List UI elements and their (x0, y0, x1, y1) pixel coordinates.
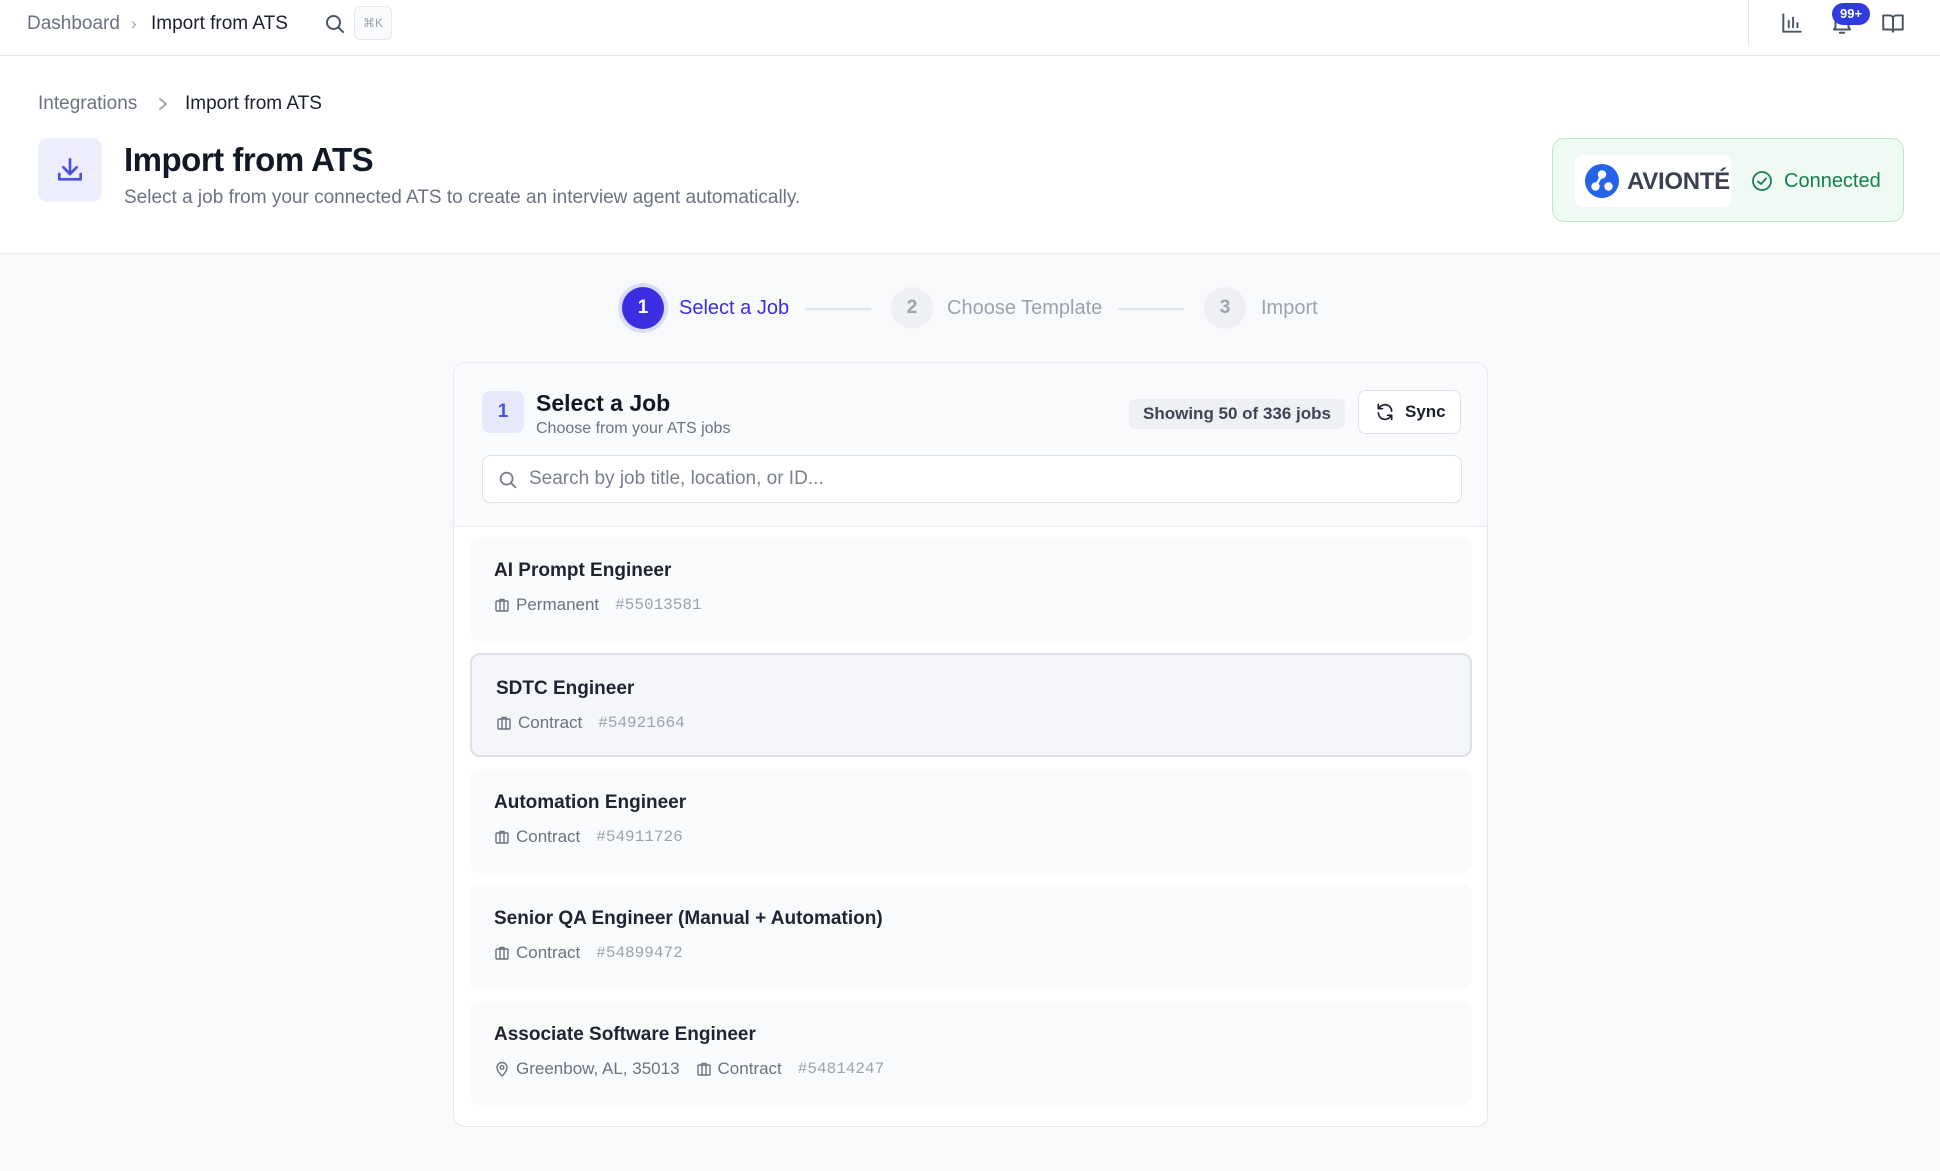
job-list-item[interactable]: SDTC Engineer Contract #54921664 (470, 653, 1472, 757)
job-type: Contract (494, 943, 580, 963)
import-icon-container (38, 138, 102, 202)
breadcrumb-current: Import from ATS (185, 93, 322, 114)
briefcase-icon (696, 1062, 711, 1076)
job-search-input[interactable] (529, 456, 1449, 502)
breadcrumb-separator: › (131, 14, 137, 33)
job-list-item[interactable]: AI Prompt Engineer Permanent #55013581 (470, 537, 1472, 641)
job-type-text: Permanent (516, 595, 600, 614)
job-selection-card: 1 Select a Job Choose from your ATS jobs… (453, 362, 1488, 1127)
sync-button-label: Sync (1405, 402, 1446, 421)
briefcase-icon (495, 946, 509, 960)
page-subtitle: Select a job from your connected ATS to … (124, 187, 801, 208)
step-2-label[interactable]: Choose Template (947, 296, 1102, 320)
job-list-item[interactable]: Associate Software Engineer Greenbow, AL,… (470, 1001, 1472, 1105)
notification-count-badge: 99+ (1832, 3, 1871, 25)
card-header: 1 Select a Job Choose from your ATS jobs… (454, 363, 1487, 527)
job-title: Automation Engineer (494, 792, 687, 813)
job-id: #54921664 (598, 714, 685, 732)
job-title: AI Prompt Engineer (494, 560, 672, 581)
briefcase-icon (497, 716, 511, 730)
avionte-logo-icon (1585, 164, 1619, 198)
ats-connection-card: AVIONTÉ Connected (1552, 138, 1904, 222)
breadcrumb-current-page: Import from ATS (151, 13, 288, 34)
check-circle-icon (1752, 171, 1772, 191)
step-number-badge: 1 (482, 391, 524, 433)
sync-button[interactable]: Sync (1358, 390, 1461, 434)
breadcrumb-dashboard-link[interactable]: Dashboard (27, 14, 120, 34)
job-title: Associate Software Engineer (494, 1024, 756, 1045)
step-3-indicator[interactable]: 3 (1204, 287, 1246, 329)
job-id: #54814247 (797, 1060, 885, 1078)
briefcase-icon (495, 598, 509, 612)
card-subtitle: Choose from your ATS jobs (536, 420, 731, 437)
job-type-text: Contract (717, 1059, 782, 1078)
breadcrumb-integrations-link[interactable]: Integrations (38, 92, 137, 116)
job-type: Contract (496, 713, 582, 733)
search-shortcut-hint[interactable]: ⌘K (354, 6, 392, 40)
job-meta: Permanent #55013581 (494, 593, 702, 617)
step-2-indicator[interactable]: 2 (891, 287, 933, 329)
job-type-text: Contract (516, 827, 581, 846)
page-header: Integrations Import from ATS Import from… (0, 56, 1940, 254)
chevron-right-icon (159, 98, 167, 110)
job-location-text: Greenbow, AL, 35013 (516, 1059, 680, 1078)
job-search-field[interactable] (482, 455, 1462, 503)
job-meta: Greenbow, AL, 35013 Contract #54814247 (494, 1057, 884, 1081)
job-title: Senior QA Engineer (Manual + Automation) (494, 908, 883, 929)
step-connector (1118, 308, 1184, 310)
job-type: Contract (494, 827, 580, 847)
job-meta: Contract #54911726 (494, 825, 683, 849)
job-meta: Contract #54921664 (496, 711, 685, 735)
step-connector (805, 308, 871, 310)
job-meta: Contract #54899472 (494, 941, 683, 965)
step-1-indicator[interactable]: 1 (622, 287, 664, 329)
connection-status: Connected (1784, 170, 1881, 192)
job-title: SDTC Engineer (496, 678, 635, 699)
page-title: Import from ATS (124, 141, 374, 178)
provider-logo: AVIONTÉ (1575, 155, 1731, 207)
download-icon (58, 158, 82, 181)
job-location: Greenbow, AL, 35013 (494, 1059, 680, 1079)
job-type: Permanent (494, 595, 599, 615)
provider-name: AVIONTÉ (1627, 168, 1730, 195)
job-type-text: Contract (516, 943, 581, 962)
search-icon (499, 471, 517, 489)
step-3-label[interactable]: Import (1261, 296, 1318, 320)
book-open-icon[interactable] (1880, 10, 1906, 36)
top-bar: Dashboard › Import from ATS ⌘K 99+ (0, 0, 1940, 56)
map-pin-icon (496, 1061, 508, 1077)
job-list-item[interactable]: Automation Engineer Contract #54911726 (470, 769, 1472, 873)
job-type-text: Contract (518, 713, 583, 732)
refresh-icon (1377, 403, 1393, 421)
job-list-item[interactable]: Senior QA Engineer (Manual + Automation)… (470, 885, 1472, 989)
job-id: #54911726 (596, 828, 683, 846)
job-id: #54899472 (596, 944, 683, 962)
briefcase-icon (495, 830, 509, 844)
job-id: #55013581 (615, 596, 702, 614)
topbar-divider (1748, 0, 1749, 46)
job-count-badge: Showing 50 of 336 jobs (1129, 399, 1345, 429)
analytics-chart-icon[interactable] (1779, 10, 1805, 36)
search-icon[interactable] (323, 12, 347, 36)
job-type: Contract (696, 1059, 782, 1079)
card-title: Select a Job (536, 390, 671, 416)
step-1-label[interactable]: Select a Job (679, 296, 789, 320)
